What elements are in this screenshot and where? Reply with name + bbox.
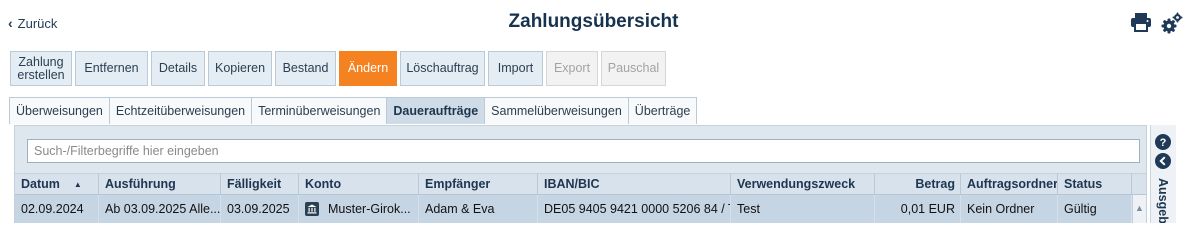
tab-instant-transfers[interactable]: Echtzeitüberweisungen xyxy=(108,97,253,124)
inventory-button[interactable]: Bestand xyxy=(275,51,336,86)
tab-transfers[interactable]: Überweisungen xyxy=(9,97,110,124)
column-header-status[interactable]: Status xyxy=(1058,174,1132,194)
tab-internal-transfers[interactable]: Überträge xyxy=(627,97,698,124)
back-label: Zurück xyxy=(17,15,58,31)
import-button[interactable]: Import xyxy=(488,51,543,86)
toolbar: Zahlung erstellen Entfernen Details Kopi… xyxy=(10,51,666,86)
column-header-faelligkeit[interactable]: Fälligkeit xyxy=(221,174,299,194)
gear-icon[interactable] xyxy=(1161,12,1183,34)
column-header-konto[interactable]: Konto xyxy=(299,174,419,194)
column-header-betrag[interactable]: Betrag xyxy=(875,174,961,194)
table-row[interactable]: 02.09.2024 Ab 03.09.2025 Alle... 03.09.2… xyxy=(15,195,1146,223)
chevron-left-icon: ‹ xyxy=(8,15,13,31)
column-header-empfaenger[interactable]: Empfänger xyxy=(419,174,538,194)
chevron-left-circle-icon[interactable] xyxy=(1155,153,1171,169)
sort-ascending-icon: ▲ xyxy=(73,179,82,189)
edit-button[interactable]: Ändern xyxy=(339,51,397,86)
scroll-up-arrow-icon[interactable]: ▲ xyxy=(1132,195,1146,223)
remove-button[interactable]: Entfernen xyxy=(75,51,148,86)
export-button[interactable]: Export xyxy=(546,51,598,86)
cell-datum: 02.09.2024 xyxy=(15,195,99,223)
help-icon[interactable]: ? xyxy=(1155,134,1171,150)
column-header-auftragsordner[interactable]: Auftragsordner xyxy=(961,174,1058,194)
cell-faelligkeit: 03.09.2025 xyxy=(221,195,299,223)
cell-verwendungszweck: Test xyxy=(731,195,875,223)
column-header-verwendungszweck[interactable]: Verwendungszweck xyxy=(731,174,875,194)
cell-empfaenger: Adam & Eva xyxy=(419,195,538,223)
tab-scheduled-transfers[interactable]: Terminüberweisungen xyxy=(251,97,388,124)
svg-text:?: ? xyxy=(1160,137,1167,149)
create-payment-button[interactable]: Zahlung erstellen xyxy=(10,51,72,86)
hidden-columns-label[interactable]: Ausgeblendet xyxy=(1156,178,1170,223)
cell-status: Gültig xyxy=(1058,195,1132,223)
details-button[interactable]: Details xyxy=(151,51,205,86)
payment-type-tabs: Überweisungen Echtzeitüberweisungen Term… xyxy=(9,97,698,124)
page-title: Zahlungsübersicht xyxy=(508,11,679,32)
cell-iban-bic: DE05 9405 9421 0000 5206 84 / TE... xyxy=(538,195,731,223)
copy-button[interactable]: Kopieren xyxy=(208,51,272,86)
tab-standing-orders[interactable]: Daueraufträge xyxy=(386,97,486,124)
cell-konto: Muster-Girok... xyxy=(299,195,419,223)
search-input[interactable] xyxy=(27,139,1140,163)
cell-betrag: 0,01 EUR xyxy=(875,195,961,223)
bank-icon xyxy=(305,202,319,216)
cell-ausfuehrung: Ab 03.09.2025 Alle... xyxy=(99,195,221,223)
flat-rate-button[interactable]: Pauschal xyxy=(601,51,666,86)
delete-order-button[interactable]: Löschauftrag xyxy=(400,51,485,86)
back-link[interactable]: ‹ Zurück xyxy=(8,14,57,32)
column-header-ausfuehrung[interactable]: Ausführung xyxy=(99,174,221,194)
column-header-iban-bic[interactable]: IBAN/BIC xyxy=(538,174,731,194)
tab-batch-transfers[interactable]: Sammelüberweisungen xyxy=(484,97,629,124)
print-icon[interactable] xyxy=(1130,12,1152,32)
cell-auftragsordner: Kein Ordner xyxy=(961,195,1058,223)
standing-orders-panel: Datum ▲ Ausführung Fälligkeit Konto Empf… xyxy=(14,125,1147,223)
table-header: Datum ▲ Ausführung Fälligkeit Konto Empf… xyxy=(15,173,1146,195)
column-header-datum[interactable]: Datum ▲ xyxy=(15,174,99,194)
